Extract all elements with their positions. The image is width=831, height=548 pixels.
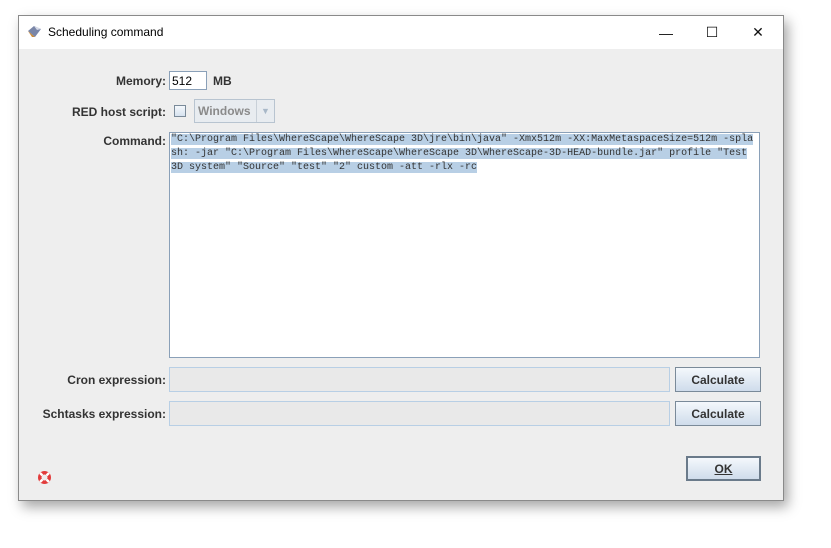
red-host-script-label: RED host script: <box>71 105 166 119</box>
close-button[interactable]: ✕ <box>735 16 781 49</box>
ok-button[interactable]: OK <box>686 456 761 481</box>
command-textarea[interactable]: "C:\Program Files\WhereScape\WhereScape … <box>169 132 760 358</box>
red-host-script-checkbox[interactable] <box>174 105 186 117</box>
schtasks-expression-label: Schtasks expression: <box>42 407 166 421</box>
title-bar: Scheduling command — ☐ ✕ <box>19 16 783 49</box>
maximize-button[interactable]: ☐ <box>689 16 735 49</box>
minimize-button[interactable]: — <box>643 16 689 49</box>
scheduling-command-dialog: Scheduling command — ☐ ✕ Memory: 512 MB … <box>18 15 784 501</box>
schtasks-expression-input[interactable] <box>169 401 670 426</box>
memory-unit: MB <box>213 74 232 88</box>
memory-input[interactable]: 512 <box>169 71 207 90</box>
lifebuoy-icon[interactable] <box>37 470 52 485</box>
os-select[interactable]: Windows ▼ <box>194 99 275 123</box>
chevron-down-icon: ▼ <box>261 106 270 116</box>
cron-calculate-button[interactable]: Calculate <box>675 367 761 392</box>
command-text: "C:\Program Files\WhereScape\WhereScape … <box>171 134 754 173</box>
memory-label: Memory: <box>115 74 166 88</box>
schtasks-calculate-button[interactable]: Calculate <box>675 401 761 426</box>
command-label: Command: <box>103 134 166 148</box>
os-select-value: Windows <box>195 100 257 122</box>
cron-expression-input[interactable] <box>169 367 670 392</box>
cron-expression-label: Cron expression: <box>67 373 166 387</box>
window-title: Scheduling command <box>48 25 164 39</box>
app-icon <box>28 26 41 37</box>
